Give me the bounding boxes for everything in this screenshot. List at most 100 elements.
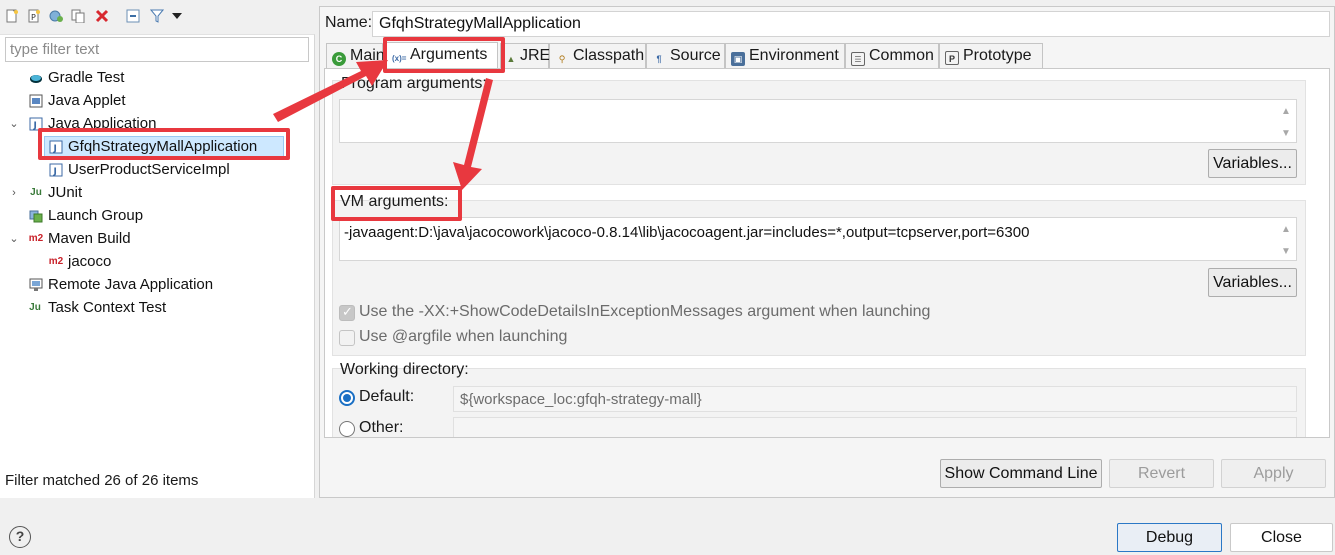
svg-text:J: J: [53, 144, 57, 154]
filter-status: Filter matched 26 of 26 items: [5, 472, 199, 489]
chevron-down-icon[interactable]: ⌄: [8, 113, 20, 135]
tree-item-label: UserProductServiceImpl: [68, 161, 230, 178]
tree-item-gfqhstrategymallapplication[interactable]: J GfqhStrategyMallApplication: [44, 136, 284, 158]
duplicate-icon[interactable]: [71, 9, 85, 23]
java-applet-icon: [29, 94, 43, 108]
tab-classpath[interactable]: ⚲ Classpath: [549, 43, 646, 68]
show-code-details-checkbox[interactable]: [339, 304, 355, 321]
tree-item-jacoco[interactable]: m2 jacoco: [0, 251, 313, 273]
vm-arguments-label: VM arguments:: [340, 193, 449, 210]
tab-jre[interactable]: ▲ JRE: [500, 43, 551, 68]
close-button[interactable]: Close: [1230, 523, 1333, 552]
new-prototype-icon[interactable]: P: [27, 9, 41, 23]
apply-button[interactable]: Apply: [1221, 459, 1326, 488]
maven-icon: m2: [48, 256, 64, 267]
tab-common[interactable]: ☰ Common: [845, 43, 939, 68]
other-directory-field[interactable]: [453, 417, 1297, 437]
tab-label: Arguments: [410, 46, 488, 63]
tree-item-remote-java-application[interactable]: Remote Java Application: [0, 274, 313, 296]
chevron-down-icon[interactable]: ⌄: [8, 228, 20, 250]
tree-item-label: GfqhStrategyMallApplication: [68, 138, 258, 155]
maven-icon: m2: [28, 233, 44, 244]
tree-item-label: Java Applet: [48, 92, 126, 109]
launch-config-tree-panel: Gradle Test Java Applet ⌄ J Java Applica…: [0, 34, 315, 498]
tree-item-label: Remote Java Application: [48, 276, 214, 293]
argfile-checkbox[interactable]: [339, 330, 355, 346]
tree-item-label: Maven Build: [48, 230, 131, 247]
debug-button[interactable]: Debug: [1117, 523, 1222, 552]
remote-java-icon: [29, 278, 43, 291]
svg-text:J: J: [53, 167, 57, 177]
tree-item-task-context-test[interactable]: Ju Task Context Test: [0, 297, 313, 319]
junit-icon: Ju: [30, 187, 42, 198]
default-radio[interactable]: [339, 390, 355, 406]
java-application-icon: J: [49, 163, 63, 177]
tree-item-gradle-test[interactable]: Gradle Test: [0, 67, 313, 89]
working-directory-label: Working directory:: [340, 361, 469, 378]
program-arguments-field[interactable]: [339, 99, 1297, 143]
tab-arguments[interactable]: (x)= Arguments: [386, 42, 498, 69]
common-icon: ☰: [851, 52, 865, 66]
show-command-line-button[interactable]: Show Command Line: [940, 459, 1102, 488]
name-input[interactable]: [372, 11, 1330, 37]
tree-item-label: Java Application: [48, 115, 157, 132]
tab-label: Prototype: [963, 47, 1032, 64]
tab-label: Main: [350, 47, 385, 64]
java-application-icon: J: [49, 140, 63, 154]
vm-variables-button[interactable]: Variables...: [1208, 268, 1297, 297]
main-icon: C: [332, 52, 346, 66]
svg-text:P: P: [31, 13, 36, 22]
program-arguments-label: Program arguments:: [341, 75, 487, 92]
tab-environment[interactable]: ▣ Environment: [725, 43, 845, 68]
export-icon[interactable]: [49, 9, 63, 23]
chevron-right-icon[interactable]: ›: [8, 182, 20, 204]
tab-label: Environment: [749, 47, 839, 64]
tree-item-label: Gradle Test: [48, 69, 125, 86]
view-menu-icon[interactable]: [172, 11, 182, 21]
other-radio[interactable]: [339, 421, 355, 437]
tab-main[interactable]: C Main: [326, 43, 385, 68]
tab-label: Common: [869, 47, 934, 64]
filter-input[interactable]: [5, 37, 309, 62]
collapse-all-icon[interactable]: [126, 9, 140, 23]
tab-label: Source: [670, 47, 721, 64]
scroll-arrows-icon[interactable]: ▲ ▼: [1280, 101, 1292, 145]
tree-item-junit[interactable]: › Ju JUnit: [0, 182, 313, 204]
tab-label: JRE: [520, 47, 551, 64]
gradle-icon: [30, 75, 42, 83]
tree-item-maven-build[interactable]: ⌄ m2 Maven Build: [0, 228, 313, 250]
default-label: Default:: [359, 388, 415, 405]
jre-icon: ▲: [506, 54, 516, 64]
other-label: Other:: [359, 419, 404, 436]
classpath-icon: ⚲: [558, 54, 566, 64]
show-code-details-label: Use the -XX:+ShowCodeDetailsInExceptionM…: [359, 303, 931, 320]
tree-item-java-applet[interactable]: Java Applet: [0, 90, 313, 112]
revert-button[interactable]: Revert: [1109, 459, 1214, 488]
tab-label: Classpath: [573, 47, 645, 64]
tree-item-launch-group[interactable]: Launch Group: [0, 205, 313, 227]
java-application-icon: J: [29, 117, 43, 131]
name-label: Name:: [325, 14, 373, 31]
tab-prototype[interactable]: P Prototype: [939, 43, 1043, 68]
filter-icon[interactable]: [150, 9, 164, 23]
argfile-label: Use @argfile when launching: [359, 328, 568, 345]
scroll-arrows-icon[interactable]: ▲ ▼: [1280, 219, 1292, 263]
source-icon: ¶: [656, 54, 662, 64]
tree-item-label: Task Context Test: [48, 299, 167, 316]
help-icon[interactable]: ?: [9, 526, 31, 548]
arguments-tab-content: Program arguments: ▲ ▼ Variables... VM ar…: [324, 68, 1330, 438]
prototype-icon: P: [945, 51, 959, 65]
tab-source[interactable]: ¶ Source: [646, 43, 725, 68]
vm-arguments-field[interactable]: -javaagent:D:\java\jacocowork\jacoco-0.8…: [339, 217, 1297, 261]
tree-item-userproductserviceimpl[interactable]: J UserProductServiceImpl: [0, 159, 313, 181]
arguments-icon: (x)=: [392, 54, 407, 63]
default-directory-field: ${workspace_loc:gfqh-strategy-mall}: [453, 386, 1297, 412]
task-context-icon: Ju: [29, 302, 41, 313]
new-configuration-icon[interactable]: [5, 9, 19, 23]
launch-group-icon: [29, 210, 43, 223]
environment-icon: ▣: [731, 52, 745, 66]
launch-config-toolbar: P: [0, 0, 315, 34]
tree-item-java-application[interactable]: ⌄ J Java Application: [0, 113, 313, 135]
program-variables-button[interactable]: Variables...: [1208, 149, 1297, 178]
delete-icon[interactable]: [95, 9, 109, 23]
